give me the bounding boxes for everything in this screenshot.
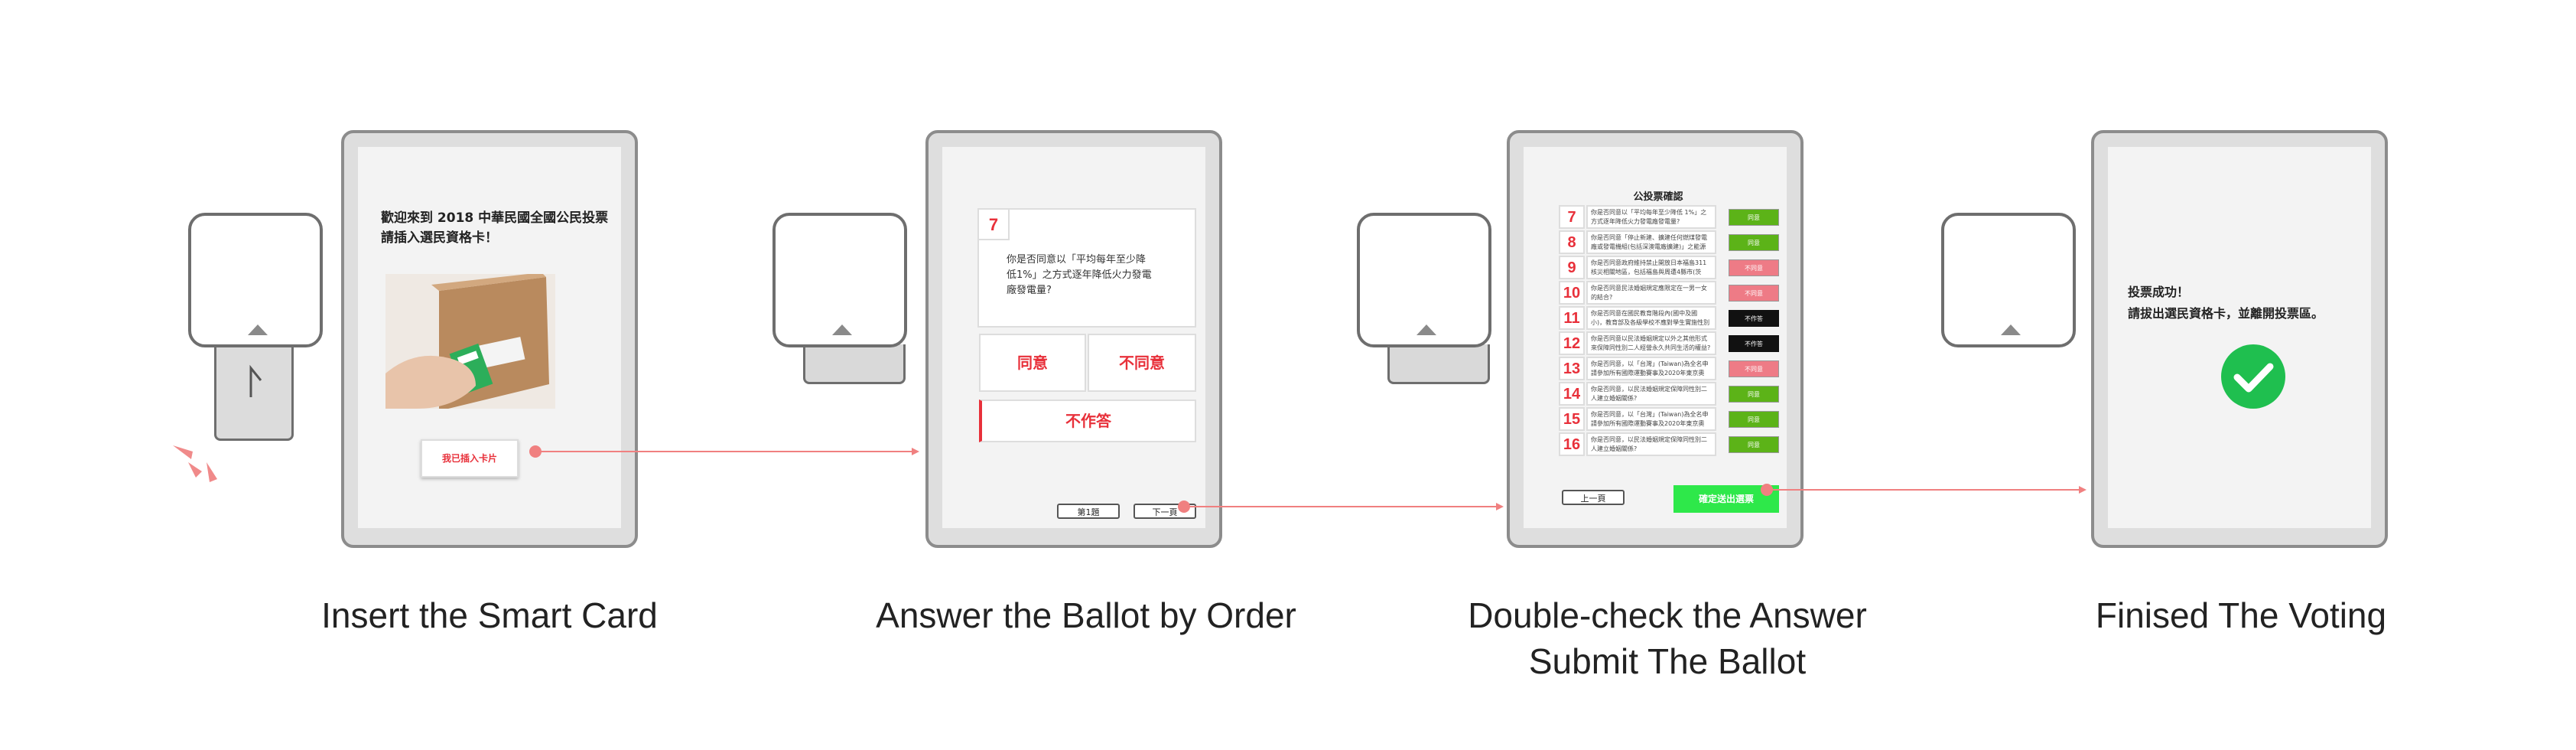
connector-3-dot	[1761, 484, 1773, 496]
connector-2-arrow	[1496, 503, 1504, 510]
connector-1-dot	[529, 445, 542, 458]
connector-3-arrow	[2079, 486, 2086, 494]
connector-2-dot	[1178, 501, 1190, 513]
connector-1-arrow	[912, 448, 919, 455]
flow-connectors	[529, 445, 2086, 513]
